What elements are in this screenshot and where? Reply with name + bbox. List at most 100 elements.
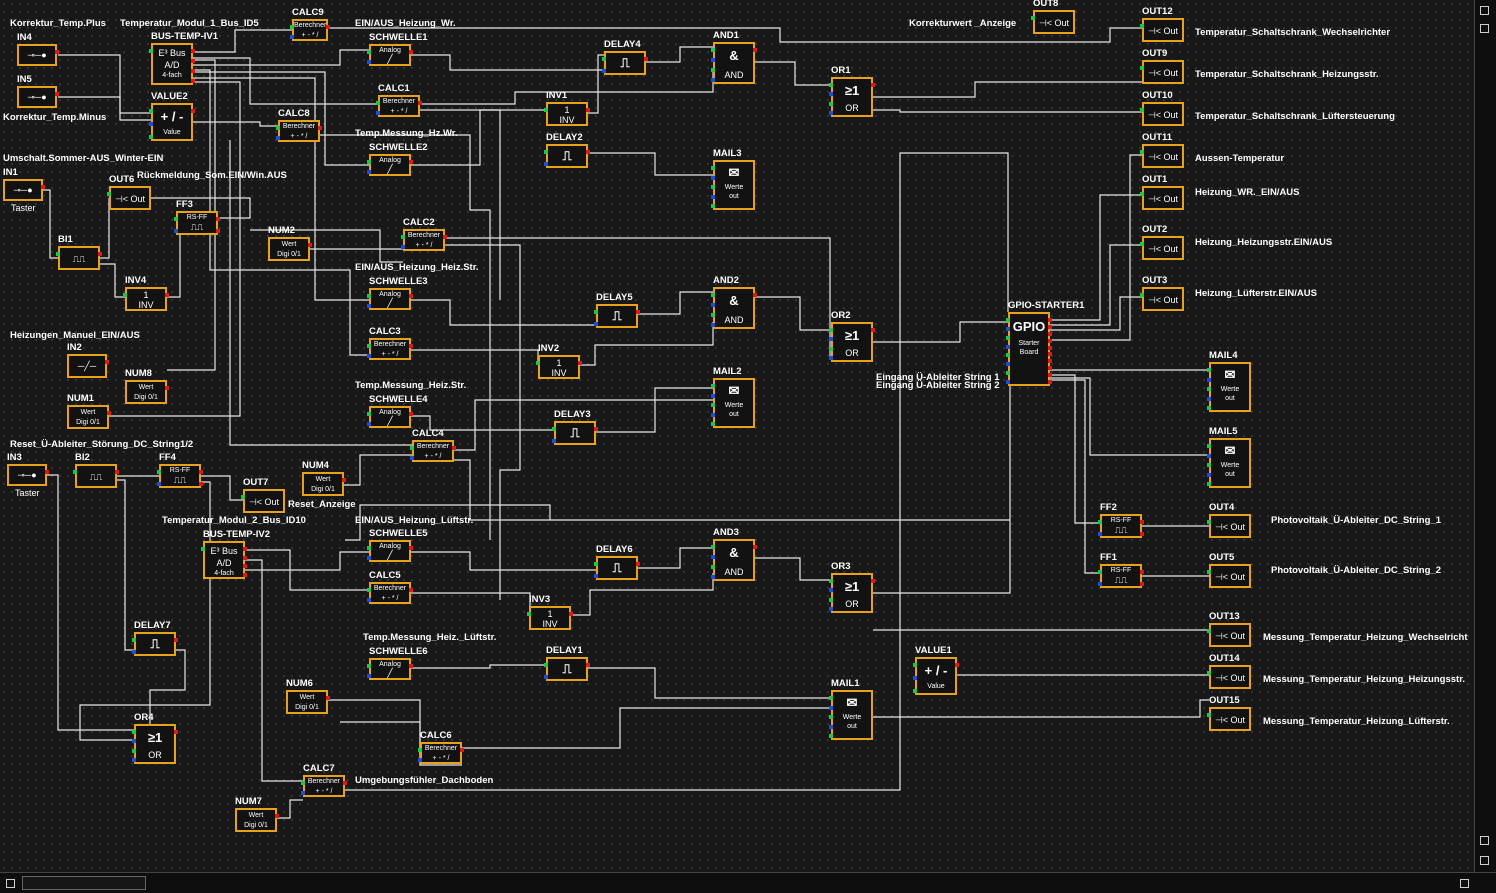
output-port[interactable] <box>216 217 220 221</box>
input-port[interactable] <box>552 427 556 431</box>
block-out[interactable]: ⊣< Out <box>1140 18 1184 42</box>
input-port[interactable] <box>276 136 280 140</box>
output-port[interactable] <box>55 50 59 54</box>
output-port[interactable] <box>443 235 447 239</box>
input-port[interactable] <box>594 322 598 326</box>
block-out[interactable]: ⊣< Out <box>1140 186 1184 210</box>
output-port[interactable] <box>1140 582 1144 586</box>
input-port[interactable] <box>544 150 548 154</box>
input-port[interactable] <box>711 565 715 569</box>
block-ff[interactable]: RS-FF ⎍⎍ <box>157 464 203 488</box>
input-port[interactable] <box>829 579 833 583</box>
input-port[interactable] <box>711 393 715 398</box>
input-port[interactable] <box>829 92 833 97</box>
input-port[interactable] <box>711 422 715 426</box>
input-port[interactable] <box>829 101 833 106</box>
input-port[interactable] <box>149 122 153 126</box>
input-port[interactable] <box>367 664 371 668</box>
block-delay[interactable]: ⎍ <box>594 556 640 580</box>
block-or[interactable]: ≥1 OR <box>829 77 875 117</box>
output-port[interactable] <box>216 229 220 233</box>
input-port[interactable] <box>711 293 715 297</box>
output-port[interactable] <box>318 126 322 130</box>
input-port[interactable] <box>367 412 371 416</box>
output-port[interactable] <box>1048 366 1052 371</box>
input-port[interactable] <box>401 235 405 239</box>
block-and[interactable]: & AND <box>711 42 757 84</box>
input-port[interactable] <box>1140 24 1144 28</box>
block-out[interactable]: ⊣< Out <box>1140 60 1184 84</box>
input-port[interactable] <box>1140 66 1144 70</box>
input-port[interactable] <box>536 361 540 365</box>
input-port[interactable] <box>829 346 833 351</box>
input-port[interactable] <box>149 135 153 139</box>
output-port[interactable] <box>586 663 590 667</box>
block-value[interactable]: + / - Value <box>913 657 959 695</box>
input-port[interactable] <box>367 354 371 358</box>
input-port[interactable] <box>367 60 371 64</box>
block-delay[interactable]: ⎍ <box>544 144 590 168</box>
input-port[interactable] <box>711 194 715 199</box>
output-port[interactable] <box>753 48 757 52</box>
input-port[interactable] <box>829 328 833 332</box>
output-port[interactable] <box>326 696 330 700</box>
input-port[interactable] <box>711 78 715 82</box>
input-port[interactable] <box>1207 368 1211 372</box>
input-port[interactable] <box>594 562 598 566</box>
output-port[interactable] <box>871 579 875 583</box>
input-port[interactable] <box>56 252 60 256</box>
input-port[interactable] <box>132 758 136 762</box>
input-port[interactable] <box>367 674 371 678</box>
output-port[interactable] <box>409 588 413 592</box>
input-port[interactable] <box>594 574 598 578</box>
output-port[interactable] <box>636 562 640 566</box>
output-port[interactable] <box>107 411 111 415</box>
input-port[interactable] <box>367 170 371 174</box>
block-ff[interactable]: RS-FF ⎍⎍ <box>174 211 220 235</box>
input-port[interactable] <box>602 69 606 73</box>
input-port[interactable] <box>73 470 77 474</box>
output-port[interactable] <box>452 446 456 450</box>
scroll-thumb-bottom[interactable] <box>1480 836 1489 845</box>
output-port[interactable] <box>174 638 178 642</box>
input-port[interactable] <box>1207 453 1211 458</box>
input-port[interactable] <box>1207 406 1211 410</box>
output-port[interactable] <box>1048 345 1052 350</box>
block-schwelle[interactable]: Analog ╱ <box>367 44 413 66</box>
block-bi[interactable]: ⎍⎍ <box>56 246 102 270</box>
output-port[interactable] <box>955 663 959 667</box>
input-port[interactable] <box>711 403 715 407</box>
input-port[interactable] <box>1207 463 1211 467</box>
input-port[interactable] <box>711 545 715 549</box>
input-port[interactable] <box>829 337 833 342</box>
block-switch[interactable]: ─╱─ <box>67 354 109 378</box>
input-port[interactable] <box>376 101 380 105</box>
block-calc[interactable]: Berechner + - * / <box>367 338 413 360</box>
input-port[interactable] <box>418 748 422 752</box>
output-port[interactable] <box>586 108 590 112</box>
output-port[interactable] <box>1048 338 1052 343</box>
block-delay[interactable]: ⎍ <box>552 421 598 445</box>
block-schwelle[interactable]: Analog ╱ <box>367 154 413 176</box>
input-port[interactable] <box>829 83 833 87</box>
output-port[interactable] <box>191 59 195 63</box>
input-port[interactable] <box>1207 377 1211 382</box>
input-port[interactable] <box>829 607 833 611</box>
scroll-down-button[interactable] <box>1480 856 1489 865</box>
input-port[interactable] <box>132 748 136 753</box>
output-port[interactable] <box>409 664 413 668</box>
output-port[interactable] <box>115 470 119 474</box>
output-port[interactable] <box>644 57 648 61</box>
block-schwelle[interactable]: Analog ╱ <box>367 288 413 310</box>
input-port[interactable] <box>544 675 548 679</box>
input-port[interactable] <box>174 229 178 233</box>
output-port[interactable] <box>199 470 203 474</box>
input-port[interactable] <box>367 588 371 592</box>
output-port[interactable] <box>569 612 573 616</box>
output-port[interactable] <box>275 814 279 818</box>
input-port[interactable] <box>1207 520 1211 524</box>
block-inv[interactable]: 1 INV <box>544 102 590 126</box>
input-port[interactable] <box>602 57 606 61</box>
block-mail[interactable]: ✉ Werte out <box>1207 438 1251 488</box>
input-port[interactable] <box>829 734 833 738</box>
